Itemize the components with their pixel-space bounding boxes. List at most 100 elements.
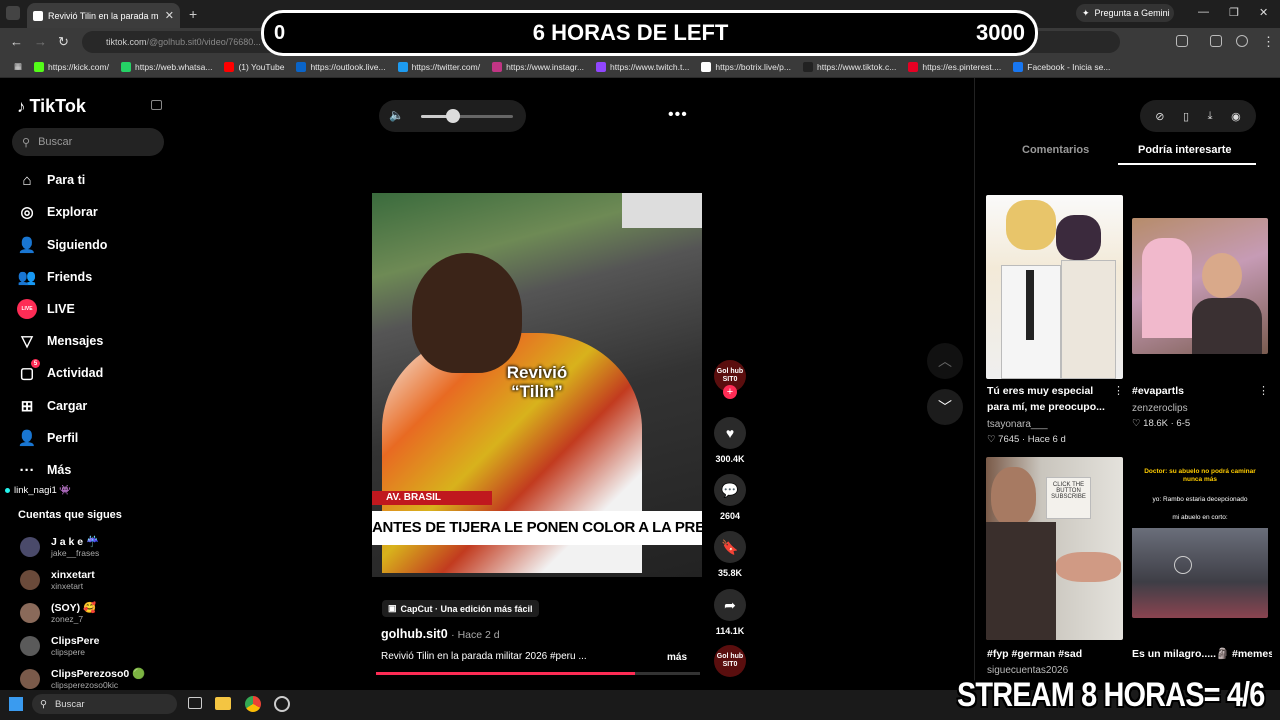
obs-icon[interactable] [274,696,290,712]
volume-slider[interactable] [421,109,513,123]
suggested-title[interactable]: Es un milagro.....🗿 #memesbaki #animes..… [1132,646,1272,662]
bookmark-item[interactable]: (1) YouTube [218,61,290,72]
follow-plus-icon[interactable]: + [723,385,737,399]
nav-explorar[interactable]: ◎ Explorar [17,202,97,222]
user-avatar-icon[interactable]: ◉ [1231,110,1241,123]
author-avatar-button[interactable]: Gol hub SIT0 + [712,360,748,399]
browser-menu-icon[interactable]: ⋮ [1262,34,1275,50]
sound-disc[interactable]: Gol hub SIT0 [714,645,746,677]
extensions-icon[interactable] [1176,35,1188,47]
more-options-icon[interactable]: ••• [668,106,688,124]
close-tab-icon[interactable]: ✕ [165,9,174,22]
followed-account[interactable]: xinxetart xinxetart [20,569,95,591]
author-name[interactable]: golhub.sit0 [381,627,448,641]
nav-perfil[interactable]: 👤 Perfil [17,428,79,448]
suggested-user[interactable]: siguecuentas2026 [987,665,1068,676]
forward-icon[interactable]: → [34,34,47,49]
video-progress-bar[interactable] [376,672,700,675]
suggested-title[interactable]: #fyp #german #sad [987,646,1082,662]
bookmark-item[interactable]: https://outlook.live... [290,61,391,72]
more-description-link[interactable]: más [667,652,687,663]
activity-icon: ▢ 5 [17,359,40,383]
bookmark-item[interactable]: https://www.twitch.t... [590,61,695,72]
maximize-icon[interactable]: ❐ [1229,6,1239,19]
suggested-title[interactable]: Tú eres muy especial para mí, me preocup… [987,383,1112,415]
item-more-icon[interactable]: ⋮ [1258,384,1269,397]
task-view-icon[interactable] [188,697,202,709]
bookmark-item[interactable]: https://botrix.live/p... [695,61,797,72]
suggested-user[interactable]: zenzeroclips [1132,403,1188,414]
bookmark-item[interactable]: https://es.pinterest.... [902,61,1007,72]
search-input[interactable]: ⚲ Buscar [12,128,164,156]
followed-account[interactable]: (SOY) 🥰 zonez_7 [20,602,96,624]
bookmark-item[interactable]: https://web.whatsa... [115,61,218,72]
messages-icon: ▽ [21,333,33,350]
bookmark-label: https://www.tiktok.c... [816,61,897,72]
like-button[interactable]: ♥ 300.4K [712,417,748,464]
video-player[interactable]: Revivió “Tilin” AV. BRASIL ANTES DE TIJER… [372,193,702,577]
compass-tool-icon[interactable]: ⊘ [1155,110,1164,123]
tab-podria-interesarte[interactable]: Podría interesarte [1138,144,1232,156]
reading-list-icon[interactable] [1210,35,1222,47]
suggested-user[interactable]: tsayonara___ [987,419,1048,430]
meme-text-low: mi abuelo en corto: [1172,514,1228,521]
profile-icon[interactable] [1236,35,1248,47]
nav-mas[interactable]: ··· Más [17,460,72,480]
suggested-thumbnail[interactable] [1132,218,1268,354]
phone-icon[interactable]: ▯ [1183,110,1189,123]
url-host: tiktok.com [106,37,147,47]
tiktok-logo[interactable]: ♪ TikTok [17,96,86,117]
nav-actividad[interactable]: ▢ 5 Actividad [17,359,104,383]
capcut-badge[interactable]: ▣ CapCut · Una edición más fácil [382,600,539,617]
nav-para-ti[interactable]: ⌂ Para ti [17,170,85,190]
collapse-sidebar-icon[interactable] [151,100,162,110]
nav-live[interactable]: LIVE LIVE [17,299,75,319]
nav-friends[interactable]: 👥 Friends [17,267,93,287]
tab-search-icon[interactable] [6,6,20,20]
minimize-icon[interactable]: — [1198,6,1209,18]
nav-cargar[interactable]: ⊞ Cargar [17,396,88,416]
counter-left: 0 [274,21,286,44]
previous-video-button[interactable]: ︿ [927,343,963,379]
suggested-thumbnail[interactable]: Doctor: su abuelo no podrá caminar nunca… [1132,466,1268,618]
volume-knob[interactable] [446,109,461,123]
tab-comentarios[interactable]: Comentarios [1022,144,1089,156]
nav-siguiendo[interactable]: 👤 Siguiendo [17,235,108,255]
browser-tab[interactable]: Revivió Tilin en la parada m ✕ [27,3,180,28]
back-icon[interactable]: ← [10,34,23,49]
apps-icon[interactable]: ▦ [8,61,28,72]
bookmark-item[interactable]: https://www.tiktok.c... [797,61,902,72]
suggested-title[interactable]: #evapartls [1132,383,1184,399]
speaker-icon[interactable]: 🔈 [389,108,404,122]
suggested-thumbnail[interactable] [986,195,1123,379]
volume-control[interactable]: 🔈 [379,100,526,132]
save-button[interactable]: 🔖 35.8K [712,531,748,578]
live-user[interactable]: link_nagi1 👾 [5,485,71,496]
bookmark-item[interactable]: https://twitter.com/ [392,61,487,72]
item-more-icon[interactable]: ⋮ [1113,384,1124,397]
followed-account[interactable]: ClipsPere clipspere [20,635,99,657]
new-tab-icon[interactable]: + [189,6,197,22]
share-button[interactable]: ➦ 114.1K [712,589,748,636]
reload-icon[interactable]: ↻ [58,34,69,50]
nav-mensajes[interactable]: ▽ Mensajes [17,331,103,351]
nav-label: Actividad [47,366,104,380]
next-video-button[interactable]: ﹀ [927,389,963,425]
file-explorer-icon[interactable] [215,697,231,710]
suggested-thumbnail[interactable]: CLICK THE BUTTON SUBSCRIBE [986,457,1123,640]
followed-account[interactable]: J a k e ☔ jake__frases [20,536,99,558]
video-author[interactable]: golhub.sit0 · Hace 2 d [381,627,500,641]
windows-start-icon[interactable] [9,697,23,711]
chrome-icon[interactable] [245,696,261,712]
taskbar-search[interactable]: ⚲ Buscar [32,694,177,714]
bookmark-label: https://es.pinterest.... [922,61,1002,72]
bookmark-item[interactable]: Facebook - Inicia se... [1007,61,1116,72]
bookmark-item[interactable]: https://www.instagr... [486,61,590,72]
gemini-button[interactable]: ✦ Pregunta a Gemini [1076,4,1174,22]
close-window-icon[interactable]: ✕ [1259,6,1268,19]
bookmark-item[interactable]: https://kick.com/ [28,61,115,72]
comment-button[interactable]: 💬 2604 [712,474,748,521]
account-handle: xinxetart [51,581,84,591]
followed-account[interactable]: ClipsPerezoso0 🟢 clipsperezoso0kic [20,668,145,690]
download-icon[interactable]: ⤓ [1208,110,1213,123]
